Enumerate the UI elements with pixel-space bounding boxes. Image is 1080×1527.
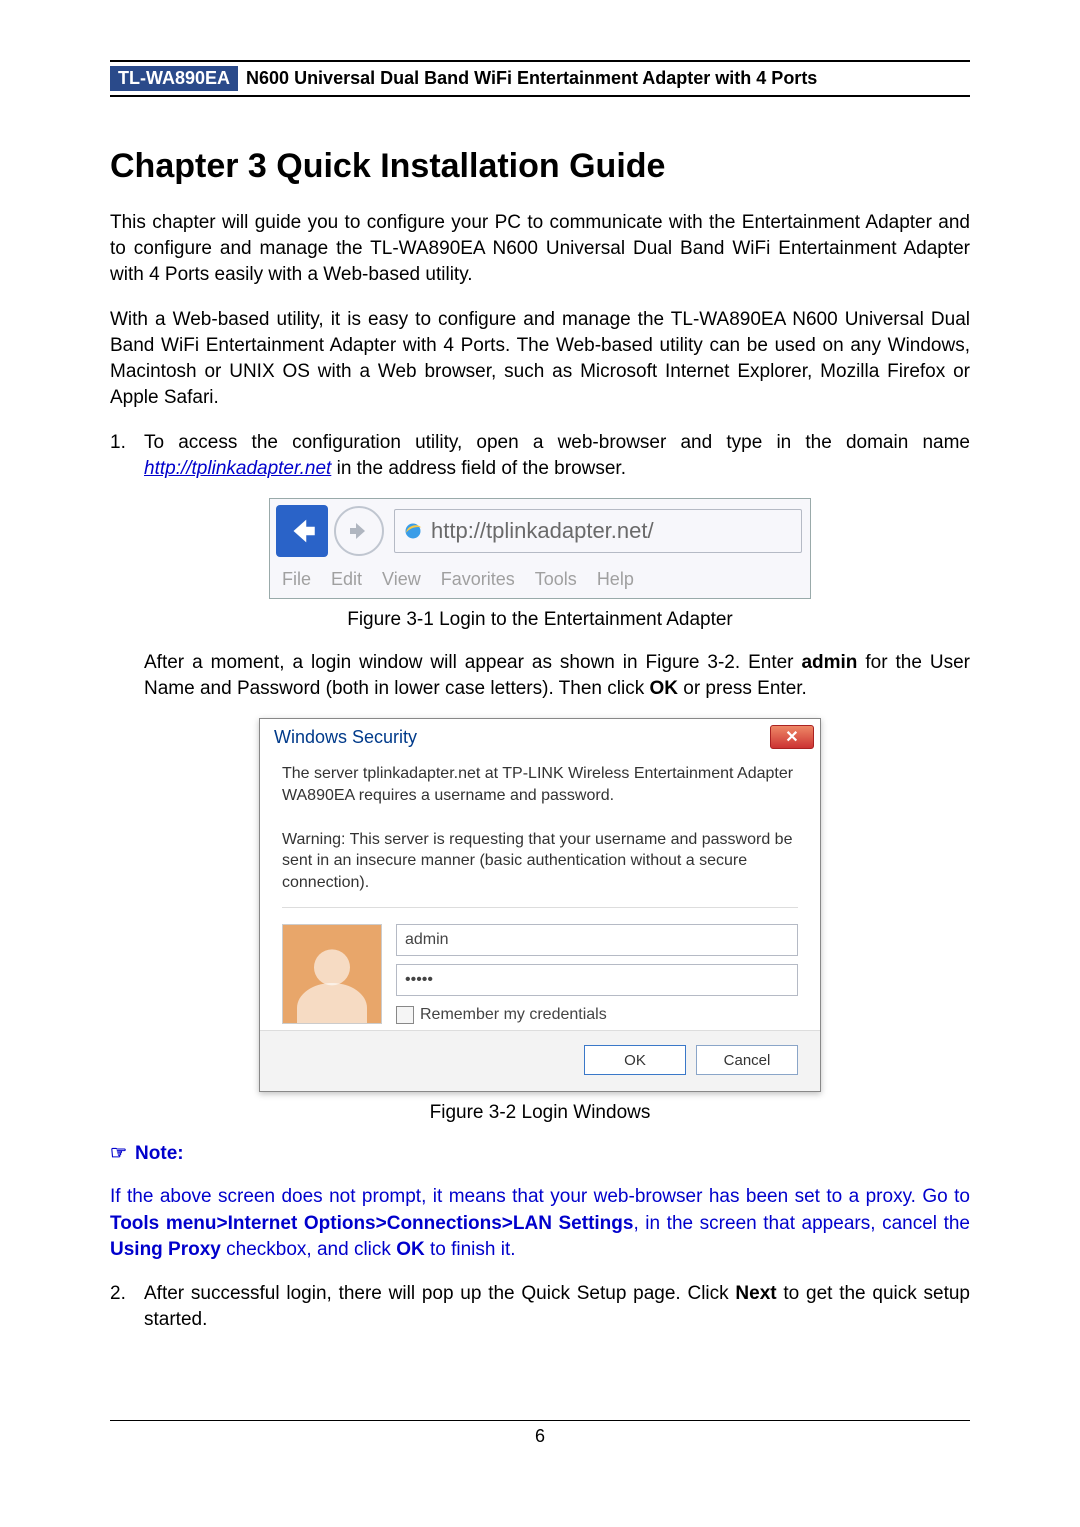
page-header: TL-WA890EA N600 Universal Dual Band WiFi… — [110, 60, 970, 97]
arrow-left-icon — [285, 514, 319, 548]
address-bar[interactable]: http://tplinkadapter.net/ — [394, 509, 802, 553]
menu-tools[interactable]: Tools — [535, 569, 577, 590]
menu-file[interactable]: File — [282, 569, 311, 590]
back-button[interactable] — [276, 505, 328, 557]
config-url-link[interactable]: http://tplinkadapter.net — [144, 458, 331, 479]
step-1-text: To access the configuration utility, ope… — [144, 430, 970, 482]
close-button[interactable]: ✕ — [770, 725, 814, 749]
intro-para-2: With a Web-based utility, it is easy to … — [110, 307, 970, 412]
figure-1: http://tplinkadapter.net/ File Edit View… — [110, 498, 970, 599]
intro-para-1: This chapter will guide you to configure… — [110, 210, 970, 289]
username-field[interactable]: admin — [396, 924, 798, 956]
dialog-title-text: Windows Security — [274, 727, 417, 748]
product-desc: N600 Universal Dual Band WiFi Entertainm… — [246, 68, 817, 89]
note-heading: ☞ Note: — [110, 1142, 970, 1165]
browser-mockup: http://tplinkadapter.net/ File Edit View… — [269, 498, 811, 599]
password-field[interactable]: ••••• — [396, 964, 798, 996]
note-label: Note: — [135, 1143, 184, 1165]
forward-button[interactable] — [334, 506, 384, 556]
arrow-right-icon — [347, 519, 371, 543]
model-box: TL-WA890EA — [110, 66, 238, 91]
ok-button[interactable]: OK — [584, 1045, 686, 1075]
chapter-title: Chapter 3 Quick Installation Guide — [110, 147, 970, 186]
close-icon: ✕ — [785, 727, 798, 747]
page-number: 6 — [110, 1420, 970, 1447]
dialog-msg-2: Warning: This server is requesting that … — [260, 819, 820, 894]
avatar — [282, 924, 382, 1024]
dialog-msg-1: The server tplinkadapter.net at TP-LINK … — [260, 753, 820, 806]
browser-menubar: File Edit View Favorites Tools Help — [270, 567, 810, 598]
remember-label: Remember my credentials — [420, 1006, 607, 1024]
address-bar-url: http://tplinkadapter.net/ — [431, 518, 654, 544]
step-2-text: After successful login, there will pop u… — [144, 1281, 970, 1333]
menu-edit[interactable]: Edit — [331, 569, 362, 590]
figure-2: Windows Security ✕ The server tplinkadap… — [110, 718, 970, 1092]
figure-1-caption: Figure 3-1 Login to the Entertainment Ad… — [110, 609, 970, 631]
step-1: 1. To access the configuration utility, … — [110, 430, 970, 482]
remember-row[interactable]: Remember my credentials — [396, 1006, 798, 1024]
step-1-number: 1. — [110, 430, 144, 482]
pointing-hand-icon: ☞ — [110, 1142, 127, 1165]
step-2-number: 2. — [110, 1281, 144, 1333]
login-dialog: Windows Security ✕ The server tplinkadap… — [259, 718, 821, 1092]
menu-favorites[interactable]: Favorites — [441, 569, 515, 590]
remember-checkbox[interactable] — [396, 1006, 414, 1024]
after-fig1-text: After a moment, a login window will appe… — [144, 650, 970, 702]
menu-help[interactable]: Help — [597, 569, 634, 590]
cancel-button[interactable]: Cancel — [696, 1045, 798, 1075]
note-body: If the above screen does not prompt, it … — [110, 1184, 970, 1263]
figure-2-caption: Figure 3-2 Login Windows — [110, 1102, 970, 1124]
step-2: 2. After successful login, there will po… — [110, 1281, 970, 1333]
menu-view[interactable]: View — [382, 569, 421, 590]
ie-icon — [403, 521, 423, 541]
